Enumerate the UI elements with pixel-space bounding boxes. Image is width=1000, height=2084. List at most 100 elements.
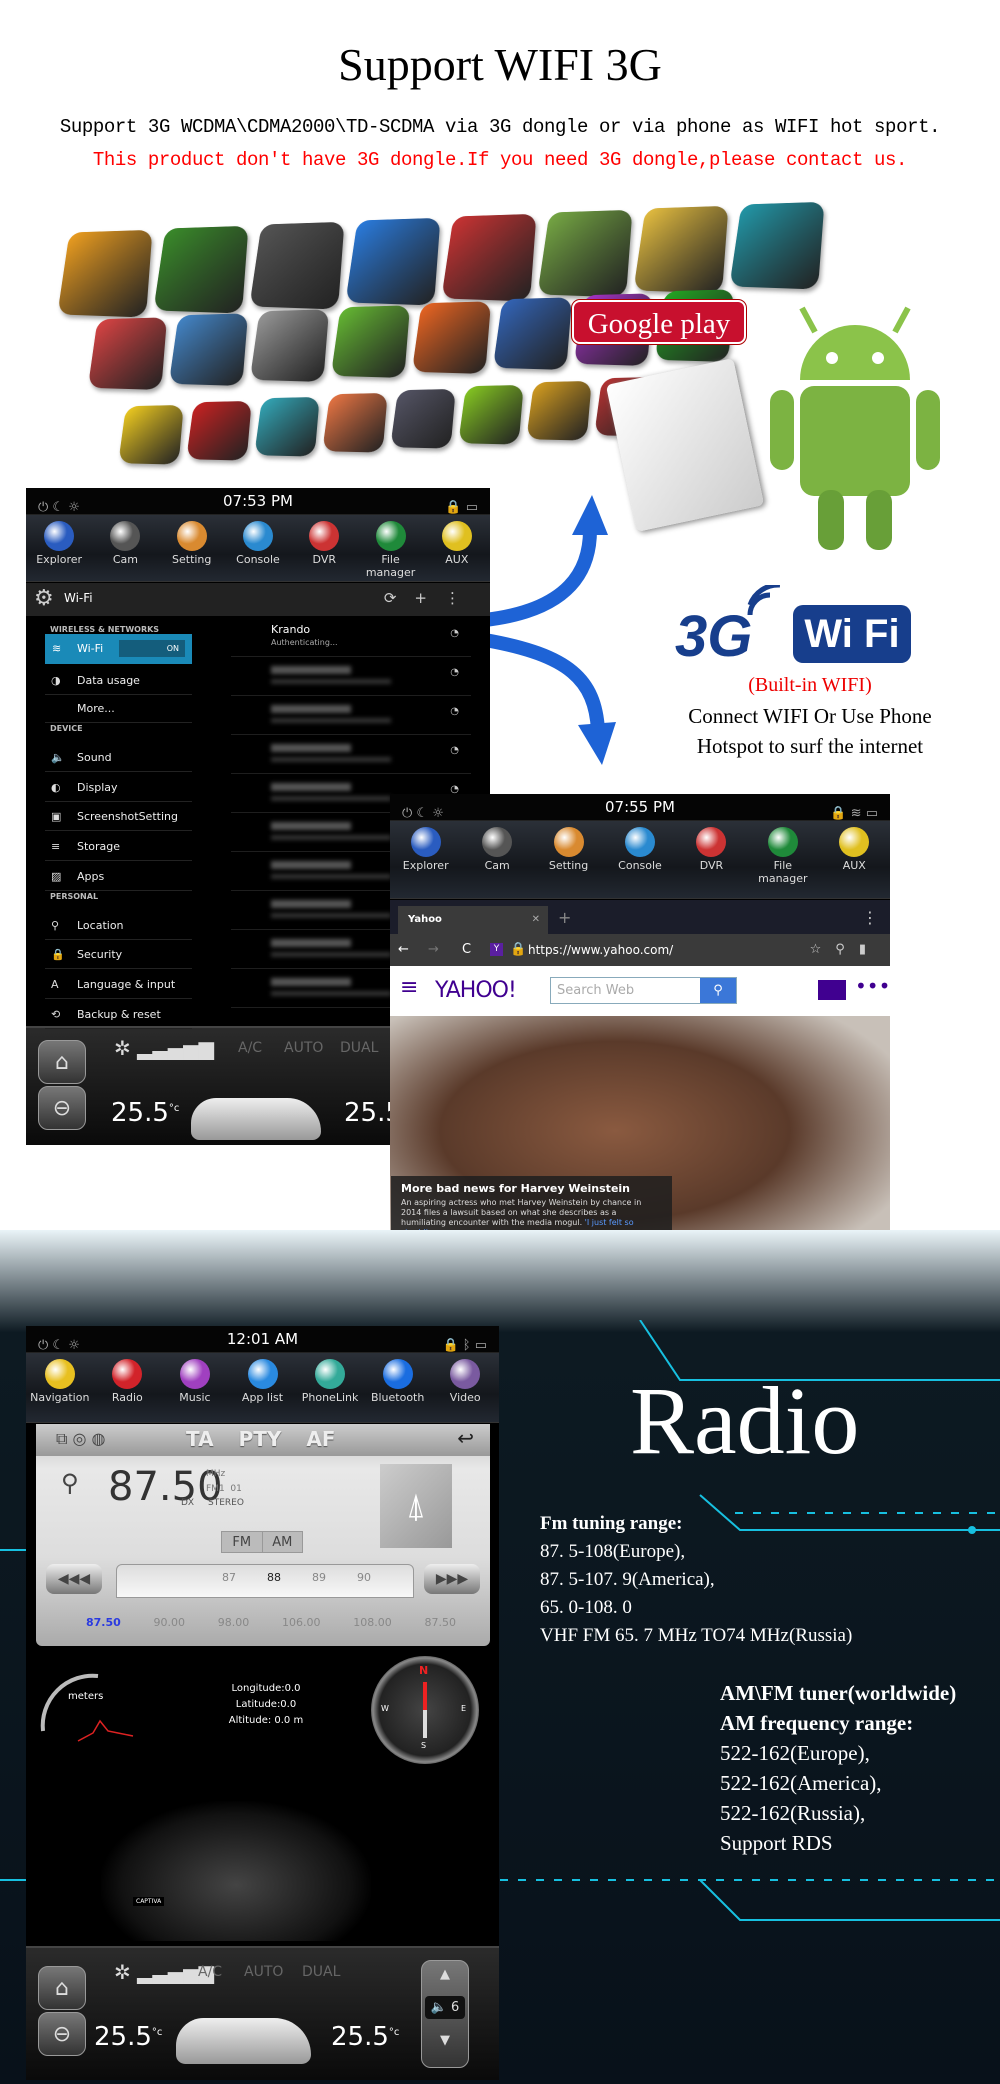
- settings-item[interactable]: ⟲ Backup & reset: [45, 1000, 192, 1029]
- network-item-krando[interactable]: Krando Authenticating... ◔: [231, 618, 471, 657]
- app-icon: [330, 305, 411, 378]
- tab-yahoo[interactable]: Yahoo ✕: [398, 906, 548, 934]
- preset-button[interactable]: 87.50: [86, 1616, 121, 1629]
- app-icon: [176, 521, 207, 551]
- search-icon[interactable]: ⚲: [61, 1469, 79, 1497]
- home-button[interactable]: ⌂: [38, 1040, 86, 1084]
- dock-app-aux[interactable]: AUX: [424, 515, 490, 566]
- fm-range-block: Fm tuning range: 87. 5-108(Europe), 87. 5…: [540, 1513, 853, 1646]
- dock-app-app-list[interactable]: App list: [230, 1353, 296, 1404]
- preset-list: 87.50 90.00 98.00 106.00 108.00 87.50: [86, 1616, 456, 1629]
- settings-item[interactable]: ▣ ScreenshotSetting: [45, 802, 192, 831]
- wifi-lock-icon: ◔: [450, 745, 459, 756]
- rds-tab[interactable]: TA: [186, 1427, 214, 1451]
- wifi-caption-2: Hotspot to surf the internet: [696, 734, 924, 758]
- volume-up-icon[interactable]: ▲: [422, 1967, 468, 1982]
- rds-tab[interactable]: AF: [306, 1427, 335, 1451]
- new-tab-icon[interactable]: +: [558, 908, 571, 927]
- reload-icon[interactable]: C: [462, 934, 471, 966]
- menu-icon[interactable]: ⋮: [862, 908, 878, 927]
- dock-app-console[interactable]: Console: [607, 821, 673, 872]
- am-button[interactable]: AM: [263, 1532, 303, 1552]
- settings-item[interactable]: ◑ Data usage: [45, 666, 192, 695]
- dock-app-setting[interactable]: Setting: [159, 515, 225, 566]
- back-icon[interactable]: ←: [398, 934, 409, 966]
- settings-item[interactable]: 🔒 Security: [45, 940, 192, 969]
- return-icon[interactable]: ↩: [457, 1426, 474, 1450]
- wifi-actions[interactable]: ⟳+⋮: [384, 589, 478, 607]
- volume-control[interactable]: ▲ 🔈 6 ▼: [421, 1960, 469, 2068]
- status-bar: ⏻ ☾ ☼ 07:55 PM 🔒 ≋ ▭: [390, 794, 890, 821]
- dock-app-explorer[interactable]: Explorer: [26, 515, 92, 566]
- seek-back-button[interactable]: ◀◀◀: [46, 1564, 102, 1594]
- wifi-toggle[interactable]: ON: [119, 640, 185, 657]
- search-button[interactable]: ⚲: [700, 978, 736, 1003]
- temp-left: 25.5°c: [111, 1098, 180, 1128]
- settings-item[interactable]: ≡ Storage: [45, 832, 192, 861]
- compass-icon: N S E W: [371, 1656, 479, 1764]
- dock-app-bluetooth[interactable]: Bluetooth: [365, 1353, 431, 1404]
- dock-app-console[interactable]: Console: [225, 515, 291, 566]
- dock-app-cam[interactable]: Cam: [92, 515, 158, 566]
- preset-button[interactable]: 98.00: [218, 1616, 250, 1629]
- back-button[interactable]: ⊖: [38, 1086, 86, 1130]
- preset-button[interactable]: 106.00: [282, 1616, 321, 1629]
- dock-app-dvr[interactable]: DVR: [678, 821, 744, 872]
- dock-app-music[interactable]: Music: [162, 1353, 228, 1404]
- dock-app-file-manager[interactable]: File manager: [358, 515, 424, 579]
- volume-down-icon[interactable]: ▼: [422, 2033, 468, 2048]
- dock-app-radio[interactable]: Radio: [94, 1353, 160, 1404]
- mail-icon[interactable]: [818, 980, 846, 1000]
- app-icon: [153, 225, 249, 314]
- network-item[interactable]: ◔: [231, 696, 471, 735]
- forward-icon[interactable]: →: [428, 934, 439, 966]
- dock-app-video[interactable]: Video: [432, 1353, 498, 1404]
- wifi-setting-item[interactable]: ≋ Wi-Fi ON: [45, 634, 192, 664]
- preset-button[interactable]: 108.00: [353, 1616, 392, 1629]
- equalizer-icon[interactable]: ⧉ ◎ ◍: [56, 1429, 106, 1449]
- settings-item[interactable]: ◐ Display: [45, 773, 192, 802]
- url-field[interactable]: https://www.yahoo.com/: [528, 934, 673, 966]
- network-item[interactable]: ◔: [231, 735, 471, 774]
- signal-arcs-icon: [747, 585, 781, 616]
- dock-app-dvr[interactable]: DVR: [291, 515, 357, 566]
- network-item[interactable]: ◔: [231, 657, 471, 696]
- app-icon: [345, 217, 441, 306]
- app-icon: [186, 400, 252, 461]
- settings-item[interactable]: More...: [45, 694, 192, 723]
- settings-item[interactable]: A Language & input: [45, 970, 192, 999]
- settings-item[interactable]: ⚲ Location: [45, 911, 192, 940]
- dock-app-cam[interactable]: Cam: [464, 821, 530, 872]
- preset-button[interactable]: 90.00: [154, 1616, 186, 1629]
- rds-tab[interactable]: PTY: [239, 1427, 282, 1451]
- app-icon: [57, 229, 153, 318]
- star-search-bookmark-icons[interactable]: ☆⚲▮: [810, 934, 880, 966]
- seek-forward-button[interactable]: ▶▶▶: [424, 1564, 480, 1594]
- radio-toolbar: ⧉ ◎ ◍ TA PTY AF ↩: [36, 1424, 490, 1456]
- search-input[interactable]: Search Web ⚲: [550, 977, 737, 1004]
- hamburger-icon[interactable]: ≡: [400, 975, 418, 1000]
- tab-strip: Yahoo ✕ + ⋮: [390, 900, 890, 934]
- settings-item[interactable]: ▨ Apps: [45, 862, 192, 891]
- dock-app-explorer[interactable]: Explorer: [393, 821, 459, 872]
- app-icon: [110, 521, 141, 551]
- fm-button[interactable]: FM: [222, 1532, 263, 1552]
- preset-button[interactable]: 87.50: [424, 1616, 456, 1629]
- dock-app-aux[interactable]: AUX: [821, 821, 887, 872]
- back-button[interactable]: ⊖: [38, 2012, 86, 2056]
- car-cutaway-image: [176, 2018, 311, 2064]
- home-button[interactable]: ⌂: [38, 1966, 86, 2010]
- dock-app-file-manager[interactable]: File manager: [750, 821, 816, 885]
- fan-icon[interactable]: ✲ ▂▃▄▅▆: [114, 1036, 214, 1060]
- more-icon[interactable]: •••: [855, 974, 890, 998]
- dock-app-setting[interactable]: Setting: [536, 821, 602, 872]
- app-icon: [249, 309, 330, 382]
- dock-app-navigation[interactable]: Navigation: [27, 1353, 93, 1404]
- arrows-decoration: [483, 495, 616, 765]
- close-tab-icon[interactable]: ✕: [532, 906, 540, 934]
- tuning-dial[interactable]: 87 88 89 90: [116, 1564, 414, 1598]
- rds-tabs[interactable]: TA PTY AF: [186, 1427, 335, 1451]
- settings-item[interactable]: 🔈 Sound: [45, 743, 192, 772]
- dock-app-phonelink[interactable]: PhoneLink: [297, 1353, 363, 1404]
- wifi-icon: ≋: [52, 642, 62, 655]
